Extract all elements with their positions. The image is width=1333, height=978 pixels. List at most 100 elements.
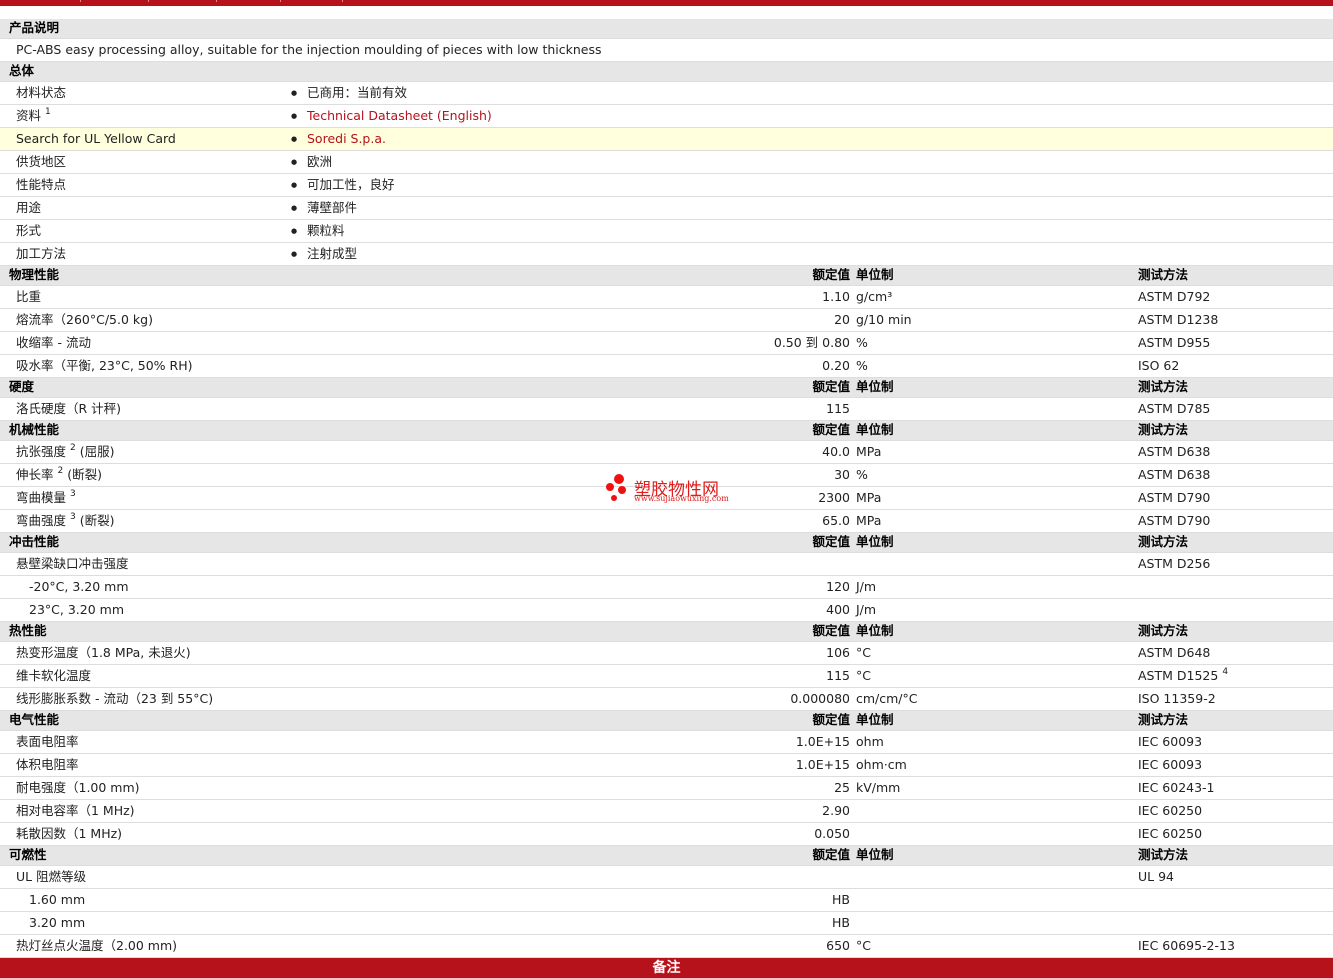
property-value: 0.20 [822, 358, 850, 373]
property-unit: % [856, 358, 868, 373]
row-label: 形式 [16, 223, 42, 238]
property-subrow: -20°C, 3.20 mm 120 J/m [0, 576, 1333, 599]
yellow-card-label: Search for UL Yellow Card [16, 131, 176, 146]
property-test: ASTM D955 [1138, 335, 1211, 350]
property-test: ASTM D792 [1138, 289, 1211, 304]
property-subrow: 23°C, 3.20 mm 400 J/m [0, 599, 1333, 622]
property-label: 表面电阻率 [16, 734, 79, 749]
property-test: ISO 11359-2 [1138, 691, 1216, 706]
section-title: 产品说明 [9, 20, 60, 35]
section-header-description: 产品说明 [0, 19, 1333, 39]
property-value: 2300 [818, 490, 850, 505]
description-text: PC-ABS easy processing alloy, suitable f… [16, 42, 602, 57]
property-value: HB [832, 892, 850, 907]
section-header-physical: 物理性能 额定值 单位制 测试方法 [0, 266, 1333, 286]
property-label: 耐电强度（1.00 mm) [16, 780, 140, 795]
property-unit: kV/mm [856, 780, 901, 795]
property-label: 洛氏硬度（R 计秤) [16, 401, 122, 416]
col-header-unit: 单位制 [856, 422, 894, 437]
property-label: 热变形温度（1.8 MPa, 未退火) [16, 645, 191, 660]
col-header-test: 测试方法 [1138, 534, 1189, 549]
row-value: 可加工性，良好 [291, 174, 395, 196]
section-header-hardness: 硬度 额定值 单位制 测试方法 [0, 378, 1333, 398]
property-label: 弯曲模量 3 [16, 489, 76, 505]
property-label: 伸长率 2 (断裂) [16, 466, 102, 482]
property-unit: °C [856, 938, 871, 953]
property-row: UL 阻燃等级 UL 94 [0, 866, 1333, 889]
property-test: IEC 60093 [1138, 757, 1203, 772]
property-label: UL 阻燃等级 [16, 869, 87, 884]
col-header-value: 额定值 [812, 623, 850, 638]
row-label: 资料 1 [16, 107, 51, 123]
col-header-test: 测试方法 [1138, 379, 1189, 394]
property-row: 吸水率（平衡, 23°C, 50% RH) 0.20 % ISO 62 [0, 355, 1333, 378]
property-label: 相对电容率（1 MHz) [16, 803, 135, 818]
property-test: ASTM D638 [1138, 467, 1211, 482]
property-row: 悬壁梁缺口冲击强度 ASTM D256 [0, 553, 1333, 576]
property-unit: MPa [856, 490, 882, 505]
property-test: IEC 60250 [1138, 826, 1203, 841]
property-test: ASTM D790 [1138, 490, 1211, 505]
property-row: 弯曲强度 3 (断裂) 65.0 MPa ASTM D790 [0, 510, 1333, 533]
property-value: 1.0E+15 [795, 734, 850, 749]
property-value: 120 [826, 579, 850, 594]
property-value: 115 [826, 668, 850, 683]
top-tab-divider [280, 0, 281, 2]
property-value: 2.90 [822, 803, 850, 818]
property-value: 400 [826, 602, 850, 617]
property-value: 650 [826, 938, 850, 953]
property-row: 比重 1.10 g/cm³ ASTM D792 [0, 286, 1333, 309]
property-unit: cm/cm/°C [856, 691, 918, 706]
property-row: 相对电容率（1 MHz) 2.90 IEC 60250 [0, 800, 1333, 823]
col-header-value: 额定值 [812, 712, 850, 727]
property-value: 106 [826, 645, 850, 660]
row-label: 用途 [16, 200, 42, 215]
general-row-yellow-card: Search for UL Yellow Card Soredi S.p.a. [0, 128, 1333, 151]
property-test: ISO 62 [1138, 358, 1180, 373]
section-title: 热性能 [9, 623, 47, 638]
property-label: 抗张强度 2 (屈服) [16, 443, 115, 459]
col-header-value: 额定值 [812, 534, 850, 549]
property-test: ASTM D1525 4 [1138, 667, 1229, 683]
notes-section-header: 备注 [0, 958, 1333, 978]
property-label: 23°C, 3.20 mm [29, 602, 124, 617]
col-header-test: 测试方法 [1138, 623, 1189, 638]
property-label: 体积电阻率 [16, 757, 79, 772]
section-title: 电气性能 [9, 712, 60, 727]
section-title: 硬度 [9, 379, 35, 394]
section-header-flammability: 可燃性 额定值 单位制 测试方法 [0, 846, 1333, 866]
property-label: 耗散因数（1 MHz) [16, 826, 123, 841]
property-test: UL 94 [1138, 869, 1174, 884]
property-unit: g/cm³ [856, 289, 893, 304]
col-header-value: 额定值 [812, 379, 850, 394]
property-test: ASTM D256 [1138, 556, 1211, 571]
property-test: ASTM D1238 [1138, 312, 1219, 327]
section-title: 可燃性 [9, 847, 47, 862]
row-value: 注射成型 [291, 243, 357, 265]
property-value: 20 [834, 312, 850, 327]
watermark-url: www.sujiaowuxing.com [634, 494, 729, 503]
property-value: 65.0 [822, 513, 850, 528]
property-unit: °C [856, 668, 871, 683]
row-value: 欧洲 [291, 151, 332, 173]
property-row: 洛氏硬度（R 计秤) 115 ASTM D785 [0, 398, 1333, 421]
datasheet-link[interactable]: Technical Datasheet (English) [291, 105, 492, 127]
section-title: 冲击性能 [9, 534, 60, 549]
property-label: -20°C, 3.20 mm [29, 579, 129, 594]
property-value: 30 [834, 467, 850, 482]
section-header-mechanical: 机械性能 额定值 单位制 测试方法 [0, 421, 1333, 441]
property-subrow: 3.20 mm HB [0, 912, 1333, 935]
section-header-general: 总体 [0, 62, 1333, 82]
property-value: 0.50 到 0.80 [773, 335, 850, 350]
property-value: 40.0 [822, 444, 850, 459]
row-label: 性能特点 [16, 177, 67, 192]
property-unit: MPa [856, 444, 882, 459]
property-value: 1.10 [822, 289, 850, 304]
property-test: IEC 60250 [1138, 803, 1203, 818]
col-header-test: 测试方法 [1138, 847, 1189, 862]
property-row: 耗散因数（1 MHz) 0.050 IEC 60250 [0, 823, 1333, 846]
property-value: 1.0E+15 [795, 757, 850, 772]
row-label: 加工方法 [16, 246, 67, 261]
yellow-card-link[interactable]: Soredi S.p.a. [291, 128, 386, 150]
description-row: PC-ABS easy processing alloy, suitable f… [0, 39, 1333, 62]
